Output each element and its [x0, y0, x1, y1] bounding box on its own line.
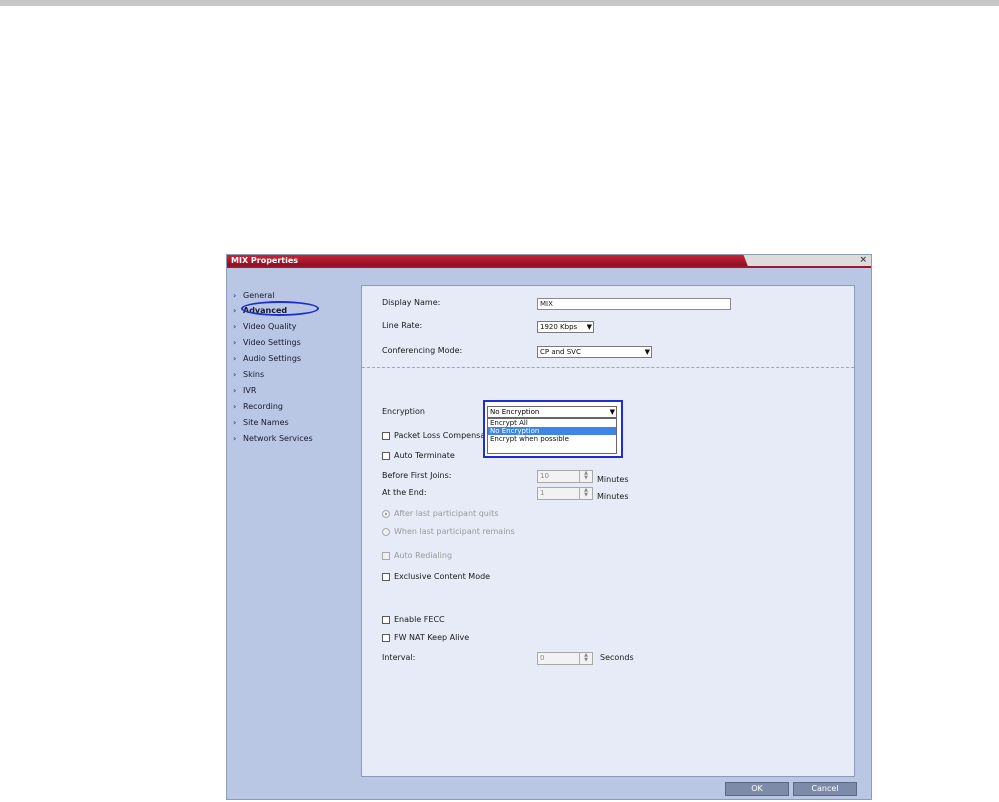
- sidebar-item-video-settings[interactable]: › Video Settings: [233, 336, 301, 350]
- close-icon[interactable]: ×: [859, 255, 867, 266]
- sidebar-item-video-quality[interactable]: › Video Quality: [233, 320, 297, 334]
- sidebar-item-site-names[interactable]: › Site Names: [233, 416, 289, 430]
- chevron-right-icon: ›: [233, 291, 237, 300]
- encryption-option-encrypt-all[interactable]: Encrypt All: [488, 419, 616, 427]
- sidebar-item-label: Network Services: [243, 434, 313, 443]
- fw-nat-keep-alive-checkbox[interactable]: [382, 634, 390, 642]
- interval-spinner[interactable]: 0 ▲ ▼: [537, 652, 593, 665]
- after-last-quits-radio[interactable]: [382, 510, 390, 518]
- encryption-dropdown-highlight: No Encryption ▼ Encrypt All No Encryption…: [483, 400, 623, 458]
- line-rate-label: Line Rate:: [382, 321, 423, 330]
- encryption-label: Encryption: [382, 407, 425, 416]
- auto-redialing-label: Auto Redialing: [394, 551, 453, 560]
- dropdown-arrow-icon: ▼: [644, 348, 650, 356]
- interval-label: Interval:: [382, 653, 416, 662]
- chevron-right-icon: ›: [233, 386, 237, 395]
- title-underline: [227, 266, 871, 268]
- advanced-settings-panel: Display Name: MIX Line Rate: 1920 Kbps ▼ …: [361, 285, 855, 777]
- sidebar-item-label: Video Settings: [243, 338, 301, 347]
- sidebar-item-ivr[interactable]: › IVR: [233, 384, 256, 398]
- line-rate-select[interactable]: 1920 Kbps ▼: [537, 321, 594, 333]
- sidebar-item-label: Skins: [243, 370, 265, 379]
- exclusive-content-checkbox[interactable]: [382, 573, 390, 581]
- encryption-select[interactable]: No Encryption ▼: [487, 406, 617, 418]
- encryption-value: No Encryption: [490, 408, 540, 416]
- chevron-right-icon: ›: [233, 434, 237, 443]
- before-first-joins-label: Before First Joins:: [382, 471, 452, 480]
- chevron-right-icon: ›: [233, 354, 237, 363]
- display-name-label: Display Name:: [382, 298, 441, 307]
- sidebar-item-label: Site Names: [243, 418, 289, 427]
- encryption-option-no-encryption[interactable]: No Encryption: [488, 427, 616, 435]
- section-divider: [362, 367, 854, 368]
- conferencing-mode-value: CP and SVC: [540, 348, 581, 356]
- conferencing-mode-select[interactable]: CP and SVC ▼: [537, 346, 652, 358]
- mix-properties-dialog: MIX Properties × › General › Advanced › Vid…: [226, 254, 872, 800]
- enable-fecc-checkbox[interactable]: [382, 616, 390, 624]
- auto-redialing-checkbox[interactable]: [382, 552, 390, 560]
- ok-button[interactable]: OK: [725, 782, 789, 796]
- title-bar-tail: [743, 255, 871, 266]
- sidebar-item-skins[interactable]: › Skins: [233, 368, 264, 382]
- encryption-option-encrypt-when-possible[interactable]: Encrypt when possible: [488, 435, 616, 443]
- cancel-button[interactable]: Cancel: [793, 782, 857, 796]
- page-top-rule: [0, 0, 999, 6]
- packet-loss-checkbox[interactable]: [382, 432, 390, 440]
- sidebar-item-label: General: [243, 291, 275, 300]
- when-last-remains-radio[interactable]: [382, 528, 390, 536]
- before-first-joins-unit: Minutes: [597, 475, 629, 484]
- window-title: MIX Properties: [231, 256, 299, 265]
- sidebar-item-label: Video Quality: [243, 322, 297, 331]
- chevron-right-icon: ›: [233, 402, 237, 411]
- auto-terminate-label: Auto Terminate: [394, 451, 455, 460]
- sidebar-item-recording[interactable]: › Recording: [233, 400, 283, 414]
- after-last-quits-label: After last participant quits: [394, 509, 499, 518]
- spinner-arrows-icon[interactable]: ▲ ▼: [579, 488, 592, 499]
- sidebar-item-label: Audio Settings: [243, 354, 302, 363]
- chevron-right-icon: ›: [233, 370, 237, 379]
- before-first-joins-spinner[interactable]: 10 ▲ ▼: [537, 470, 593, 483]
- before-first-joins-value: 10: [540, 472, 549, 480]
- spinner-arrows-icon[interactable]: ▲ ▼: [579, 653, 592, 664]
- chevron-right-icon: ›: [233, 322, 237, 331]
- enable-fecc-label: Enable FECC: [394, 615, 445, 624]
- spinner-arrows-icon[interactable]: ▲ ▼: [579, 471, 592, 482]
- sidebar-item-network-services[interactable]: › Network Services: [233, 432, 313, 446]
- interval-value: 0: [540, 654, 545, 662]
- at-the-end-unit: Minutes: [597, 492, 629, 501]
- sidebar-item-label: Recording: [243, 402, 284, 411]
- at-the-end-label: At the End:: [382, 488, 427, 497]
- chevron-right-icon: ›: [233, 338, 237, 347]
- when-last-remains-label: When last participant remains: [394, 527, 515, 536]
- exclusive-content-label: Exclusive Content Mode: [394, 572, 491, 581]
- encryption-options-list: Encrypt All No Encryption Encrypt when p…: [487, 418, 617, 454]
- dropdown-arrow-icon: ▼: [586, 323, 592, 331]
- conferencing-mode-label: Conferencing Mode:: [382, 346, 463, 355]
- fw-nat-keep-alive-label: FW NAT Keep Alive: [394, 633, 470, 642]
- advanced-highlight-circle: [241, 301, 319, 316]
- sidebar-item-audio-settings[interactable]: › Audio Settings: [233, 352, 301, 366]
- interval-unit: Seconds: [600, 653, 634, 662]
- at-the-end-spinner[interactable]: 1 ▲ ▼: [537, 487, 593, 500]
- at-the-end-value: 1: [540, 489, 545, 497]
- auto-terminate-checkbox[interactable]: [382, 452, 390, 460]
- dropdown-arrow-icon: ▼: [609, 408, 615, 416]
- title-bar[interactable]: MIX Properties ×: [227, 255, 871, 266]
- display-name-input[interactable]: MIX: [537, 298, 731, 310]
- line-rate-value: 1920 Kbps: [540, 323, 578, 331]
- sidebar-item-label: IVR: [243, 386, 257, 395]
- chevron-right-icon: ›: [233, 418, 237, 427]
